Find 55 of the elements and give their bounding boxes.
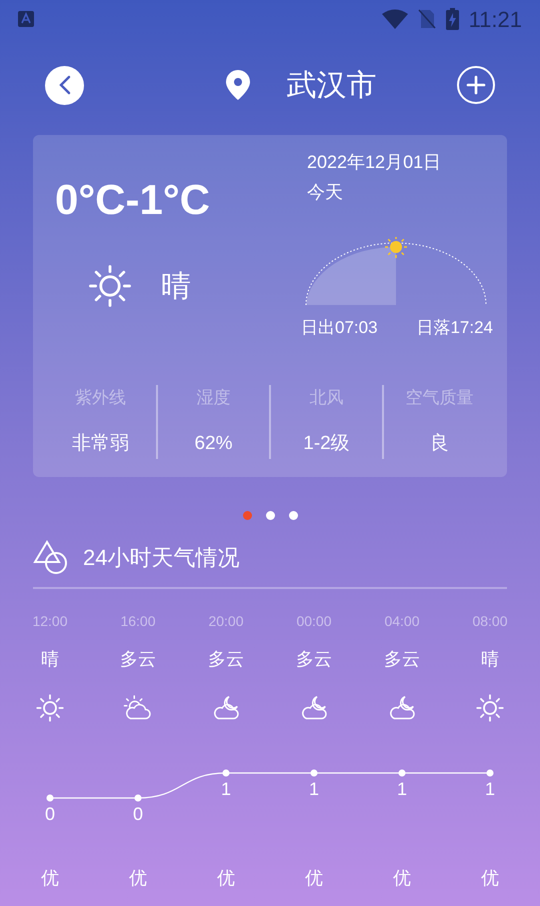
trend-value: 1 <box>309 779 319 799</box>
keyboard-app-icon <box>18 11 34 27</box>
trend-point <box>398 770 406 776</box>
battery-charging-icon <box>446 8 459 30</box>
hour-time: 00:00 <box>296 612 332 631</box>
city-name: 武汉市 <box>286 68 376 104</box>
plus-icon <box>466 75 486 95</box>
wifi-icon <box>382 9 408 29</box>
hour-condition: 晴 <box>41 648 59 671</box>
air-quality: 优 <box>481 867 499 890</box>
trend-value: 1 <box>221 779 231 799</box>
hour-condition: 晴 <box>481 648 499 671</box>
detail-value: 62% <box>194 432 233 456</box>
air-quality: 优 <box>41 867 59 890</box>
trend-value: 1 <box>485 779 495 799</box>
detail-value: 1-2级 <box>303 432 350 456</box>
hour-condition: 多云 <box>296 648 332 671</box>
trend-point <box>310 770 318 776</box>
sun-icon <box>475 693 505 723</box>
sunset-time: 日落17:24 <box>416 317 493 339</box>
back-icon <box>58 75 72 95</box>
trend-value: 1 <box>397 779 407 799</box>
hour-time: 08:00 <box>472 612 508 631</box>
hour-time: 12:00 <box>32 612 68 631</box>
trend-value: 0 <box>45 804 55 824</box>
trend-point <box>46 794 54 802</box>
location-pin-icon <box>224 69 250 101</box>
trend-point <box>222 770 230 776</box>
hour-time: 16:00 <box>120 612 156 631</box>
air-quality: 优 <box>393 867 411 890</box>
air-quality: 优 <box>217 867 235 890</box>
hour-condition: 多云 <box>384 648 420 671</box>
hour-time: 20:00 <box>208 612 244 631</box>
date-text: 2022年12月01日 <box>307 151 442 174</box>
add-button[interactable] <box>457 66 495 104</box>
air-quality: 优 <box>305 867 323 890</box>
no-sim-icon <box>418 9 436 29</box>
sun-icon <box>35 693 65 723</box>
trend-point <box>486 770 494 776</box>
section-title: 24小时天气情况 <box>83 544 240 572</box>
sun-icon <box>87 263 133 309</box>
sunrise-time: 日出07:03 <box>301 317 378 339</box>
hour-time: 04:00 <box>384 612 420 631</box>
detail-value: 非常弱 <box>72 432 129 456</box>
detail-value: 良 <box>430 432 449 456</box>
hour-condition: 多云 <box>208 648 244 671</box>
trend-value: 0 <box>133 804 143 824</box>
trend-point <box>134 794 142 802</box>
back-button[interactable] <box>45 66 84 104</box>
temperature-range: 0°C-1°C <box>55 179 210 221</box>
condition-text: 晴 <box>161 268 191 304</box>
day-label: 今天 <box>307 181 344 204</box>
hour-condition: 多云 <box>120 648 156 671</box>
status-time: 11:21 <box>468 6 522 34</box>
air-quality: 优 <box>129 867 147 890</box>
